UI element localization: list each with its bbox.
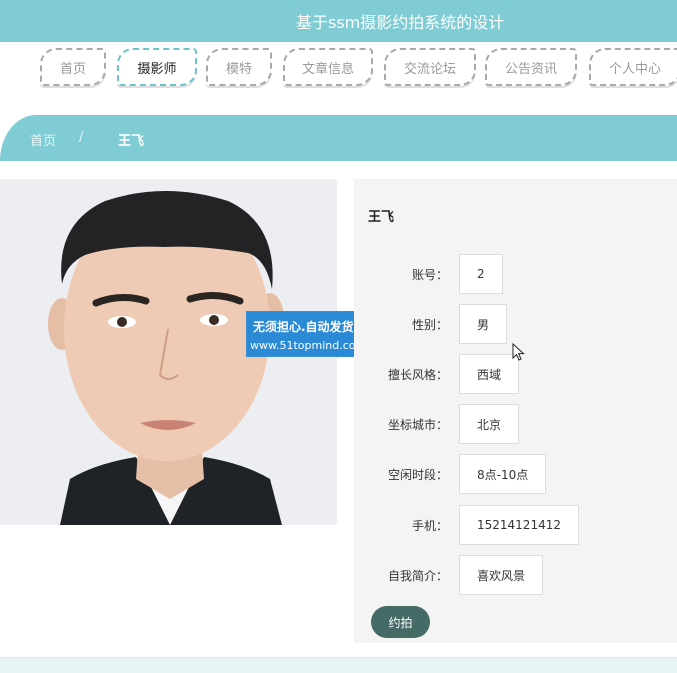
field-label: 空闲时段： — [387, 468, 448, 482]
nav-item-home[interactable]: 首页 — [40, 48, 106, 86]
breadcrumb-home-link[interactable]: 首页 — [30, 130, 56, 149]
field-label: 自我简介： — [387, 569, 448, 583]
field-label: 坐标城市： — [387, 418, 448, 432]
field-label: 擅长风格： — [387, 368, 448, 382]
field-row-gender: 性别： 男 — [354, 304, 677, 344]
nav-item-articles[interactable]: 文章信息 — [283, 48, 373, 86]
field-row-phone: 手机： 15214121412 — [354, 505, 677, 545]
book-shoot-button[interactable]: 约拍 — [371, 606, 430, 638]
field-row-free-time: 空闲时段： 8点-10点 — [354, 454, 677, 494]
field-value: 男 — [459, 304, 508, 344]
breadcrumb-separator: / — [79, 130, 84, 145]
profile-detail-panel: 王飞 账号： 2 性别： 男 擅长风格： 西域 坐标城市： 北京 空闲时段： 8… — [354, 179, 677, 643]
field-value: 15214121412 — [459, 505, 579, 545]
field-row-city: 坐标城市： 北京 — [354, 404, 677, 444]
field-value: 西域 — [459, 354, 520, 394]
field-label: 账号： — [411, 268, 448, 282]
nav-item-model[interactable]: 模特 — [206, 48, 272, 86]
field-value: 北京 — [459, 404, 520, 444]
nav-item-photographer[interactable]: 摄影师 — [117, 48, 197, 86]
breadcrumb: 首页 / 王飞 — [0, 115, 677, 161]
field-row-account: 账号： 2 — [354, 254, 677, 294]
field-value: 8点-10点 — [459, 454, 547, 494]
field-label: 手机： — [411, 519, 448, 533]
site-title: 基于ssm摄影约拍系统的设计 — [296, 13, 505, 32]
main-nav: 首页 摄影师 模特 文章信息 交流论坛 公告资讯 个人中心 — [0, 42, 677, 102]
mouse-cursor-icon — [512, 343, 525, 361]
nav-item-forum[interactable]: 交流论坛 — [384, 48, 476, 86]
nav-item-personal-center[interactable]: 个人中心 — [589, 48, 677, 86]
nav-item-news[interactable]: 公告资讯 — [485, 48, 577, 86]
watermark-line1: 无须担心.自动发货 — [253, 320, 354, 334]
field-value: 喜欢风景 — [459, 555, 544, 595]
field-value: 2 — [459, 254, 503, 294]
watermark-line2: www.51topmind.com — [250, 339, 367, 352]
field-label: 性别： — [411, 318, 448, 332]
field-row-intro: 自我简介： 喜欢风景 — [354, 555, 677, 595]
top-header-bar: 基于ssm摄影约拍系统的设计 — [0, 0, 677, 42]
profile-name: 王飞 — [368, 210, 395, 225]
breadcrumb-current: 王飞 — [118, 134, 145, 149]
footer-bar — [0, 657, 677, 673]
